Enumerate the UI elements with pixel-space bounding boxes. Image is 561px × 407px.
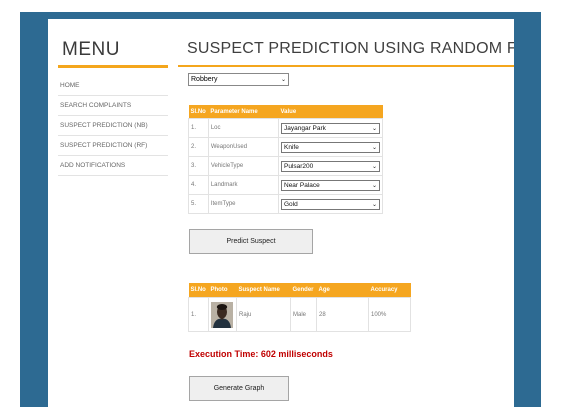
row-value-cell: Jayangar Park ⌄ (278, 118, 383, 138)
result-age: 28 (316, 297, 369, 332)
header-slno: Sl.No (188, 105, 209, 119)
title-divider (178, 65, 514, 67)
row-value-cell: Knife ⌄ (278, 137, 383, 157)
parameter-table-header: Sl.No Parameter Name Value (188, 105, 383, 119)
crime-type-select[interactable]: Robbery ⌄ (188, 73, 289, 86)
row-value-cell: Near Palace ⌄ (278, 175, 383, 195)
header-age: Age (316, 283, 369, 298)
person-photo-icon (211, 301, 233, 328)
menu-title: MENU (62, 39, 120, 60)
parameter-table: Sl.No Parameter Name Value 1. Loc Jayang… (188, 105, 383, 214)
row-value-cell: Gold ⌄ (278, 194, 383, 214)
header-parameter-name: Parameter Name (208, 105, 279, 119)
menu-list: HOME SEARCH COMPLAINTS SUSPECT PREDICTIO… (58, 76, 168, 176)
chevron-down-icon: ⌄ (371, 201, 377, 208)
sidebar-item-add-notifications[interactable]: ADD NOTIFICATIONS (58, 156, 168, 176)
itemtype-select[interactable]: Gold ⌄ (281, 198, 380, 210)
result-suspect-name: Raju (236, 297, 291, 332)
chevron-down-icon: ⌄ (371, 125, 377, 132)
header-value: Value (278, 105, 383, 119)
loc-value: Jayangar Park (284, 124, 326, 132)
row-slno: 1. (188, 118, 209, 138)
chevron-down-icon: ⌄ (371, 163, 377, 170)
row-slno: 2. (188, 137, 209, 157)
menu-divider (58, 65, 168, 68)
table-row: 3. VehicleType Pulsar200 ⌄ (188, 156, 383, 176)
chevron-down-icon: ⌄ (280, 77, 286, 83)
header-gender: Gender (290, 283, 317, 298)
row-parameter-name: ItemType (207, 194, 280, 214)
vehicle-value: Pulsar200 (284, 162, 314, 170)
sidebar-item-search-complaints[interactable]: SEARCH COMPLAINTS (58, 96, 168, 116)
generate-graph-button[interactable]: Generate Graph (189, 376, 289, 401)
table-row: 1. Raju Male 28 100% (188, 297, 411, 332)
table-row: 4. Landmark Near Palace ⌄ (188, 175, 383, 195)
loc-select[interactable]: Jayangar Park ⌄ (281, 122, 380, 134)
row-slno: 3. (188, 156, 209, 176)
vehicle-select[interactable]: Pulsar200 ⌄ (281, 160, 380, 172)
header-suspect-name: Suspect Name (236, 283, 291, 298)
header-accuracy: Accuracy (368, 283, 411, 298)
sidebar-item-suspect-prediction-rf[interactable]: SUSPECT PREDICTION (RF) (58, 136, 168, 156)
itemtype-value: Gold (284, 200, 298, 208)
sidebar-item-suspect-prediction-nb[interactable]: SUSPECT PREDICTION (NB) (58, 116, 168, 136)
row-parameter-name: Landmark (207, 175, 280, 195)
row-parameter-name: Loc (207, 118, 280, 138)
sidebar: MENU HOME SEARCH COMPLAINTS SUSPECT PRED… (58, 39, 168, 176)
table-row: 5. ItemType Gold ⌄ (188, 194, 383, 214)
result-table-header: Sl.No Photo Suspect Name Gender Age Accu… (188, 283, 411, 298)
chevron-down-icon: ⌄ (371, 182, 377, 189)
result-photo-cell (208, 297, 237, 332)
table-row: 2. WeaponUsed Knife ⌄ (188, 137, 383, 157)
crime-type-value: Robbery (191, 76, 218, 83)
sidebar-item-home[interactable]: HOME (58, 76, 168, 96)
page-content: MENU HOME SEARCH COMPLAINTS SUSPECT PRED… (48, 19, 514, 407)
landmark-select[interactable]: Near Palace ⌄ (281, 179, 380, 191)
row-slno: 4. (188, 175, 209, 195)
row-parameter-name: VehicleType (207, 156, 280, 176)
row-value-cell: Pulsar200 ⌄ (278, 156, 383, 176)
page-title: SUSPECT PREDICTION USING RANDOM FOREST! (187, 40, 514, 57)
result-gender: Male (290, 297, 317, 332)
result-accuracy: 100% (368, 297, 411, 332)
header-photo: Photo (208, 283, 237, 298)
row-slno: 5. (188, 194, 209, 214)
suspect-photo (211, 301, 233, 328)
result-table: Sl.No Photo Suspect Name Gender Age Accu… (188, 283, 411, 332)
execution-time-text: Execution Time: 602 milliseconds (189, 349, 333, 359)
table-row: 1. Loc Jayangar Park ⌄ (188, 118, 383, 138)
weapon-select[interactable]: Knife ⌄ (281, 141, 380, 153)
weapon-value: Knife (284, 143, 299, 151)
predict-suspect-button[interactable]: Predict Suspect (189, 229, 313, 254)
header-slno: Sl.No (188, 283, 209, 298)
landmark-value: Near Palace (284, 181, 320, 189)
result-slno: 1. (188, 297, 209, 332)
chevron-down-icon: ⌄ (371, 144, 377, 151)
row-parameter-name: WeaponUsed (207, 137, 280, 157)
